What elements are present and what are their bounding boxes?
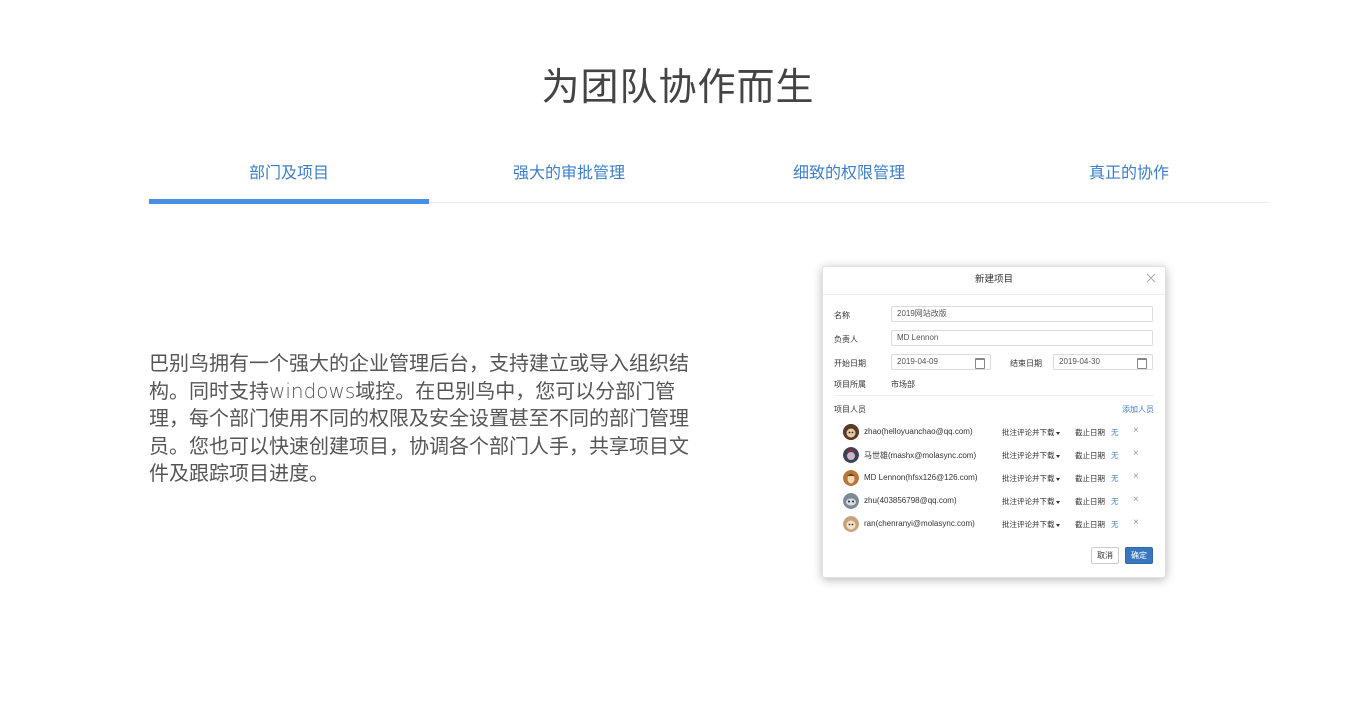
deadline-value[interactable]: 无 — [1111, 473, 1119, 484]
avatar — [843, 424, 859, 440]
caret-down-icon — [1055, 431, 1060, 435]
member-row: ran(chenranyi@molasync.com) 批注评论并下载 截止日期… — [843, 515, 1155, 533]
permission-label: 批注评论并下载 — [1002, 428, 1055, 437]
member-row: MD Lennon(hfsx126@126.com) 批注评论并下载 截止日期 … — [843, 469, 1155, 487]
permission-dropdown[interactable]: 批注评论并下载 — [1002, 496, 1060, 507]
permission-dropdown[interactable]: 批注评论并下载 — [1002, 519, 1060, 530]
permission-dropdown[interactable]: 批注评论并下载 — [1002, 473, 1060, 484]
avatar — [843, 447, 859, 463]
start-date-label: 开始日期 — [834, 359, 866, 368]
department-label: 项目所属 — [834, 380, 866, 389]
member-name: ran(chenranyi@molasync.com) — [864, 519, 975, 528]
remove-member-icon[interactable]: × — [1133, 494, 1139, 505]
deadline-label: 截止日期 — [1075, 451, 1105, 460]
feature-description: 巴别鸟拥有一个强大的企业管理后台，支持建立或导入组织结构。同时支持windows… — [149, 351, 689, 485]
deadline-value[interactable]: 无 — [1111, 519, 1119, 530]
deadline-value[interactable]: 无 — [1111, 496, 1119, 507]
permission-dropdown[interactable]: 批注评论并下载 — [1002, 427, 1060, 438]
active-tab-indicator — [149, 199, 429, 204]
end-date-field[interactable]: 2019-04-30 — [1053, 354, 1153, 370]
member-row: zhu(403856798@qq.com) 批注评论并下载 截止日期 无 × — [843, 492, 1155, 510]
feature-tabs: 部门及项目 强大的审批管理 细致的权限管理 真正的协作 — [149, 150, 1269, 204]
member-name: zhao(helloyuanchao@qq.com) — [864, 427, 973, 436]
cancel-button[interactable]: 取消 — [1091, 547, 1119, 564]
permission-dropdown[interactable]: 批注评论并下载 — [1002, 450, 1060, 461]
avatar — [843, 470, 859, 486]
caret-down-icon — [1055, 477, 1060, 481]
deadline-label: 截止日期 — [1075, 520, 1105, 529]
member-name: MD Lennon(hfsx126@126.com) — [864, 473, 978, 482]
start-date-value: 2019-04-09 — [897, 357, 938, 366]
add-member-link[interactable]: 添加人员 — [1122, 404, 1154, 415]
department-value: 市场部 — [891, 380, 915, 389]
new-project-dialog: 新建项目 名称 2019网站改版 负责人 MD Lennon 开始日期 2019… — [822, 266, 1166, 578]
tab-departments-projects[interactable]: 部门及项目 — [149, 150, 429, 202]
close-icon[interactable] — [1145, 273, 1157, 285]
dialog-title: 新建项目 — [823, 267, 1165, 295]
deadline-label: 截止日期 — [1075, 474, 1105, 483]
permission-label: 批注评论并下载 — [1002, 520, 1055, 529]
member-row: 马世雄(mashx@molasync.com) 批注评论并下载 截止日期 无 × — [843, 446, 1155, 464]
remove-member-icon[interactable]: × — [1133, 517, 1139, 528]
owner-label: 负责人 — [834, 335, 858, 344]
tab-collaboration[interactable]: 真正的协作 — [989, 150, 1269, 202]
deadline-label: 截止日期 — [1075, 428, 1105, 437]
avatar — [843, 493, 859, 509]
permission-label: 批注评论并下载 — [1002, 497, 1055, 506]
tab-permission-management[interactable]: 细致的权限管理 — [709, 150, 989, 202]
calendar-icon[interactable] — [1137, 358, 1147, 369]
remove-member-icon[interactable]: × — [1133, 471, 1139, 482]
permission-label: 批注评论并下载 — [1002, 451, 1055, 460]
page-title: 为团队协作而生 — [541, 65, 815, 109]
name-label: 名称 — [834, 311, 850, 320]
member-row: zhao(helloyuanchao@qq.com) 批注评论并下载 截止日期 … — [843, 423, 1155, 441]
deadline-label: 截止日期 — [1075, 497, 1105, 506]
avatar — [843, 516, 859, 532]
calendar-icon[interactable] — [975, 358, 985, 369]
remove-member-icon[interactable]: × — [1133, 448, 1139, 459]
start-date-field[interactable]: 2019-04-09 — [891, 354, 991, 370]
owner-field[interactable]: MD Lennon — [891, 330, 1153, 346]
confirm-button[interactable]: 确定 — [1125, 547, 1153, 564]
members-label: 项目人员 — [834, 405, 866, 414]
deadline-value[interactable]: 无 — [1111, 427, 1119, 438]
tab-approval-management[interactable]: 强大的审批管理 — [429, 150, 709, 202]
divider — [834, 395, 1154, 396]
member-name: zhu(403856798@qq.com) — [864, 496, 957, 505]
end-date-value: 2019-04-30 — [1059, 357, 1100, 366]
caret-down-icon — [1055, 523, 1060, 527]
deadline-value[interactable]: 无 — [1111, 450, 1119, 461]
caret-down-icon — [1055, 454, 1060, 458]
caret-down-icon — [1055, 500, 1060, 504]
name-field[interactable]: 2019网站改版 — [891, 306, 1153, 322]
end-date-label: 结束日期 — [1010, 359, 1042, 368]
remove-member-icon[interactable]: × — [1133, 425, 1139, 436]
permission-label: 批注评论并下载 — [1002, 474, 1055, 483]
member-name: 马世雄(mashx@molasync.com) — [864, 451, 977, 460]
